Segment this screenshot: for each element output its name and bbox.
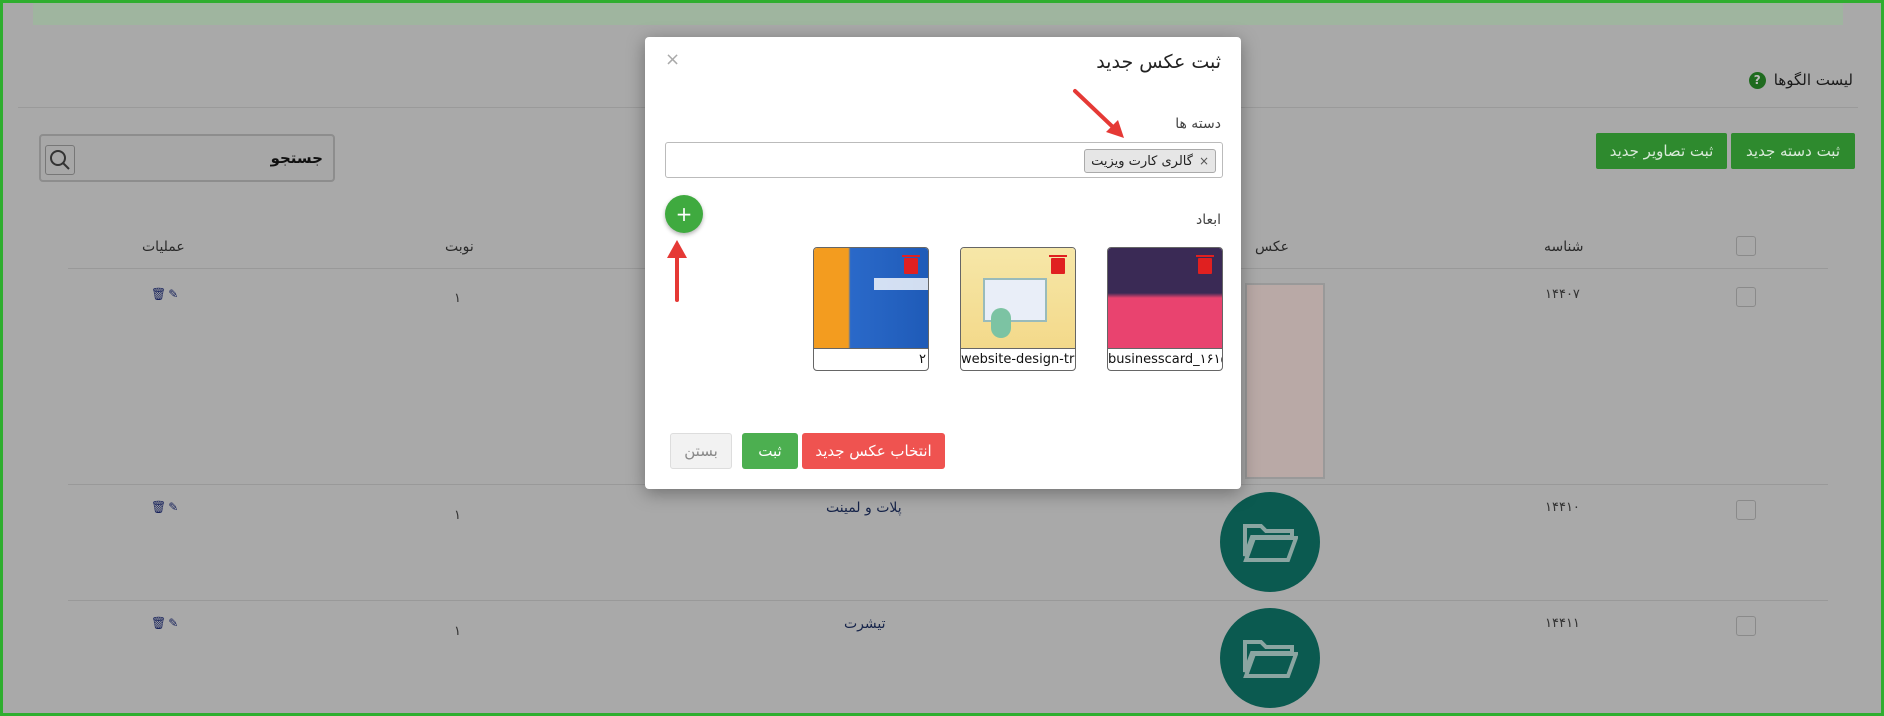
- select-all-checkbox[interactable]: [1736, 236, 1756, 256]
- row-id: ۱۴۴۱۱: [1545, 616, 1580, 631]
- delete-icon[interactable]: 🗑: [151, 500, 168, 514]
- row-order: ۱: [454, 508, 461, 523]
- help-icon[interactable]: ?: [1748, 71, 1766, 89]
- column-header-id: شناسه: [1544, 239, 1584, 255]
- row-operations: 🗑✎: [151, 287, 180, 301]
- row-checkbox[interactable]: [1736, 500, 1756, 520]
- categories-input[interactable]: × گالری کارت ویزیت: [665, 142, 1223, 178]
- column-header-image: عکس: [1255, 239, 1289, 255]
- close-button[interactable]: بستن: [670, 433, 732, 469]
- page-title: لیست الگوها: [1773, 71, 1853, 89]
- image-card[interactable]: ۲: [813, 247, 929, 371]
- image-caption: businesscard_۱۶۱۵۸۸۴۱۷۹: [1108, 348, 1222, 370]
- image-card[interactable]: businesscard_۱۶۱۵۸۸۴۱۷۹: [1107, 247, 1223, 371]
- modal-title: ثبت عکس جدید: [1096, 51, 1221, 73]
- tag-label: گالری کارت ویزیت: [1091, 153, 1193, 169]
- image-caption: ۲: [814, 348, 928, 370]
- row-id: ۱۴۴۱۰: [1545, 500, 1580, 515]
- row-checkbox[interactable]: [1736, 287, 1756, 307]
- row-order: ۱: [454, 291, 461, 306]
- submit-button[interactable]: ثبت: [742, 433, 798, 469]
- edit-icon[interactable]: ✎: [168, 500, 180, 514]
- table-divider: [68, 600, 1828, 601]
- image-caption: website-design-training: [961, 348, 1075, 370]
- row-order: ۱: [454, 624, 461, 639]
- close-icon[interactable]: ×: [665, 49, 680, 70]
- image-card[interactable]: website-design-training: [960, 247, 1076, 371]
- folder-icon: [1220, 492, 1320, 592]
- tag-remove-icon[interactable]: ×: [1199, 154, 1209, 168]
- column-header-ops: عملیات: [142, 239, 185, 255]
- edit-icon[interactable]: ✎: [168, 616, 180, 630]
- column-header-order: نوبت: [445, 239, 474, 255]
- new-images-button[interactable]: ثبت تصاویر جدید: [1596, 133, 1727, 169]
- add-dimension-button[interactable]: +: [665, 195, 703, 233]
- selected-category-tag: × گالری کارت ویزیت: [1084, 149, 1216, 173]
- top-bar: [33, 3, 1843, 25]
- page-title-group: لیست الگوها ?: [1748, 71, 1853, 89]
- row-operations: 🗑✎: [151, 500, 180, 514]
- new-category-button[interactable]: ثبت دسته جدید: [1731, 133, 1855, 169]
- choose-new-image-button[interactable]: انتخاب عکس جدید: [802, 433, 945, 469]
- new-image-modal: ثبت عکس جدید × دسته ها × گالری کارت ویزی…: [645, 37, 1241, 489]
- row-name: پلات و لمینت: [826, 500, 902, 516]
- row-thumbnail: [1245, 283, 1325, 479]
- row-name: تیشرت: [844, 616, 886, 632]
- folder-icon: [1220, 608, 1320, 708]
- search-label: جستجو: [270, 149, 323, 167]
- edit-icon[interactable]: ✎: [168, 287, 180, 301]
- delete-icon[interactable]: 🗑: [151, 616, 168, 630]
- categories-label: دسته ها: [1175, 116, 1221, 132]
- row-id: ۱۴۴۰۷: [1545, 287, 1580, 302]
- row-operations: 🗑✎: [151, 616, 180, 630]
- row-checkbox[interactable]: [1736, 616, 1756, 636]
- annotation-arrow: [667, 240, 687, 302]
- search-icon[interactable]: [45, 145, 75, 175]
- annotation-arrow: [1073, 89, 1124, 138]
- delete-icon[interactable]: [902, 255, 920, 274]
- delete-icon[interactable]: [1049, 255, 1067, 274]
- search-box[interactable]: جستجو: [39, 134, 335, 182]
- delete-icon[interactable]: 🗑: [151, 287, 168, 301]
- dimensions-label: ابعاد: [1195, 212, 1221, 228]
- delete-icon[interactable]: [1196, 255, 1214, 274]
